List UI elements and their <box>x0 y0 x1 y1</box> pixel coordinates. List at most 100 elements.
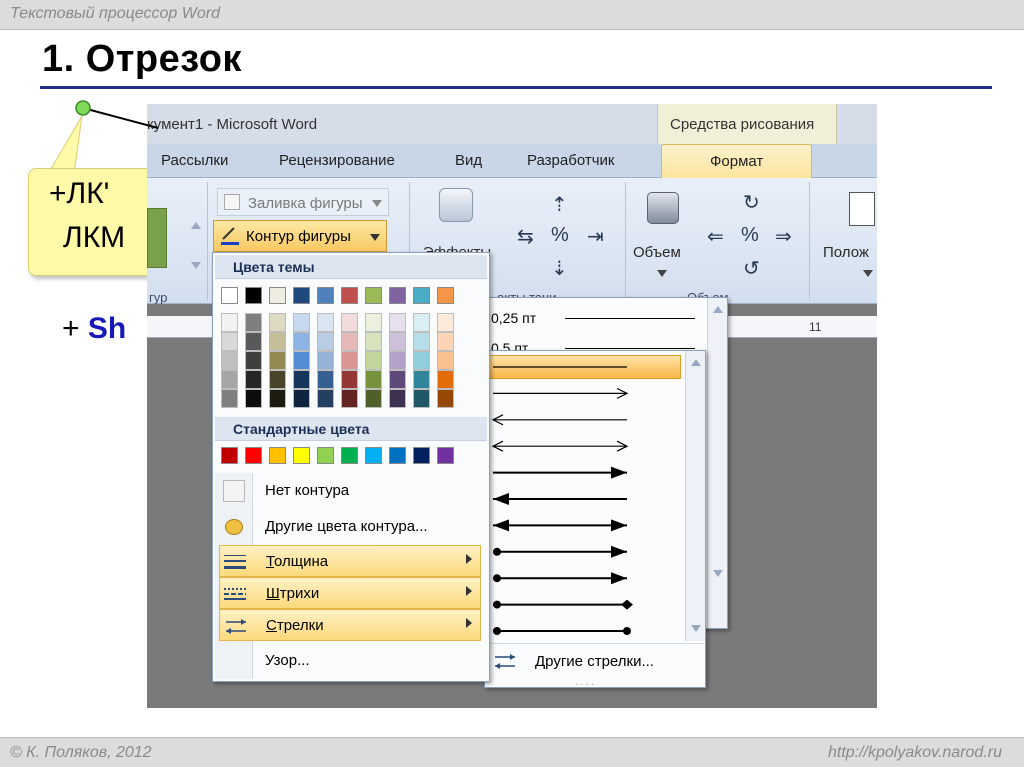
shape-outline-button[interactable]: Контур фигуры <box>213 220 387 252</box>
arrow-style-option[interactable] <box>491 414 627 426</box>
more-outline-colors-item[interactable]: Другие цвета контура... <box>215 511 487 543</box>
arrows-item[interactable]: Стрелки <box>219 609 481 641</box>
theme-shade-swatch[interactable] <box>437 351 454 370</box>
theme-color-swatch[interactable] <box>437 287 454 304</box>
theme-shade-swatch[interactable] <box>389 332 406 351</box>
theme-color-swatch[interactable] <box>293 287 310 304</box>
shape-outline-dropdown-icon[interactable] <box>370 234 380 241</box>
theme-color-swatch[interactable] <box>365 287 382 304</box>
tab-format[interactable]: Формат <box>661 144 813 179</box>
tab-mailings[interactable]: Рассылки <box>161 152 228 169</box>
theme-color-swatch[interactable] <box>413 287 430 304</box>
theme-shade-swatch[interactable] <box>245 370 262 389</box>
tab-developer[interactable]: Разработчик <box>527 152 614 169</box>
theme-color-swatch[interactable] <box>389 287 406 304</box>
standard-color-swatch[interactable] <box>341 447 358 464</box>
theme-shade-swatch[interactable] <box>245 351 262 370</box>
standard-color-swatch[interactable] <box>365 447 382 464</box>
shape-fill-button[interactable]: Заливка фигуры <box>217 188 389 216</box>
theme-shade-swatch[interactable] <box>413 370 430 389</box>
volume-dropdown-icon[interactable] <box>657 270 667 277</box>
theme-shade-swatch[interactable] <box>293 332 310 351</box>
arrow-style-option[interactable] <box>493 466 627 479</box>
theme-shade-swatch[interactable] <box>293 389 310 408</box>
theme-shade-swatch[interactable] <box>389 389 406 408</box>
tilt-down-icon[interactable]: ↺ <box>743 256 760 281</box>
theme-shade-swatch[interactable] <box>365 332 382 351</box>
weight-scrollbar[interactable] <box>707 298 727 628</box>
theme-shade-swatch[interactable] <box>317 313 334 332</box>
scroll-up-icon[interactable] <box>691 359 701 366</box>
theme-shade-swatch[interactable] <box>341 332 358 351</box>
theme-shade-swatch[interactable] <box>437 332 454 351</box>
standard-color-swatch[interactable] <box>437 447 454 464</box>
arrow-style-option[interactable] <box>493 519 627 532</box>
shadow-effects-icon[interactable] <box>439 188 473 222</box>
pattern-item[interactable]: Узор... <box>215 645 487 677</box>
theme-shade-swatch[interactable] <box>293 313 310 332</box>
toggle-3d-icon[interactable]: % <box>741 224 759 247</box>
arrow-style-option[interactable] <box>493 572 627 585</box>
arrow-style-option[interactable] <box>491 440 629 452</box>
theme-color-swatch[interactable] <box>245 287 262 304</box>
3d-effects-icon[interactable] <box>647 192 679 224</box>
position-icon[interactable] <box>849 192 875 226</box>
more-arrows-item[interactable]: Другие стрелки... <box>485 643 705 679</box>
no-outline-item[interactable]: Нет контура <box>215 475 487 507</box>
theme-shade-swatch[interactable] <box>413 332 430 351</box>
theme-shade-swatch[interactable] <box>317 370 334 389</box>
standard-color-swatch[interactable] <box>389 447 406 464</box>
resize-grip-icon[interactable]: ···· <box>575 679 596 690</box>
theme-shade-swatch[interactable] <box>293 370 310 389</box>
theme-shade-swatch[interactable] <box>317 389 334 408</box>
weight-item[interactable]: Толщина <box>219 545 481 577</box>
theme-color-swatch[interactable] <box>317 287 334 304</box>
scroll-up-icon[interactable] <box>713 306 723 313</box>
theme-color-swatch[interactable] <box>269 287 286 304</box>
theme-shade-swatch[interactable] <box>221 351 238 370</box>
arrow-style-option[interactable] <box>493 627 631 635</box>
theme-shade-swatch[interactable] <box>221 332 238 351</box>
standard-color-swatch[interactable] <box>293 447 310 464</box>
nudge-shadow-right-icon[interactable]: ⇥ <box>587 224 604 249</box>
theme-shade-swatch[interactable] <box>269 332 286 351</box>
standard-color-swatch[interactable] <box>221 447 238 464</box>
theme-shade-swatch[interactable] <box>365 389 382 408</box>
theme-shade-swatch[interactable] <box>317 351 334 370</box>
theme-shade-swatch[interactable] <box>341 370 358 389</box>
weight-option[interactable]: 0,25 пт <box>491 310 536 326</box>
theme-shade-swatch[interactable] <box>365 351 382 370</box>
arrows-scrollbar[interactable] <box>685 351 705 641</box>
theme-shade-swatch[interactable] <box>437 389 454 408</box>
arrow-style-option[interactable] <box>493 387 629 399</box>
theme-shade-swatch[interactable] <box>221 313 238 332</box>
theme-shade-swatch[interactable] <box>437 370 454 389</box>
arrow-style-option[interactable] <box>493 493 627 505</box>
arrow-style-option[interactable] <box>493 599 633 610</box>
shape-fill-dropdown-icon[interactable] <box>372 200 382 207</box>
theme-shade-swatch[interactable] <box>365 313 382 332</box>
theme-shade-swatch[interactable] <box>245 389 262 408</box>
theme-shade-swatch[interactable] <box>221 389 238 408</box>
theme-shade-swatch[interactable] <box>245 313 262 332</box>
standard-color-swatch[interactable] <box>317 447 334 464</box>
arrow-styles-list[interactable] <box>485 351 685 641</box>
theme-shade-swatch[interactable] <box>341 351 358 370</box>
theme-shade-swatch[interactable] <box>317 332 334 351</box>
theme-shade-swatch[interactable] <box>413 351 430 370</box>
nudge-shadow-icon[interactable]: ⇆ <box>517 224 534 249</box>
theme-shade-swatch[interactable] <box>269 389 286 408</box>
position-dropdown-icon[interactable] <box>863 270 873 277</box>
toggle-shadow-icon[interactable]: % <box>551 224 569 247</box>
theme-shade-swatch[interactable] <box>293 351 310 370</box>
tab-review[interactable]: Рецензирование <box>279 152 395 169</box>
nudge-shadow-up-icon[interactable]: ⇡ <box>551 192 568 217</box>
arrow-style-option[interactable] <box>493 545 627 558</box>
tilt-right-icon[interactable]: ⇒ <box>775 224 792 249</box>
standard-color-swatch[interactable] <box>413 447 430 464</box>
standard-color-swatch[interactable] <box>269 447 286 464</box>
line-endpoint-handle[interactable] <box>75 100 91 116</box>
theme-color-swatch[interactable] <box>341 287 358 304</box>
theme-shade-swatch[interactable] <box>413 389 430 408</box>
theme-shade-swatch[interactable] <box>341 389 358 408</box>
